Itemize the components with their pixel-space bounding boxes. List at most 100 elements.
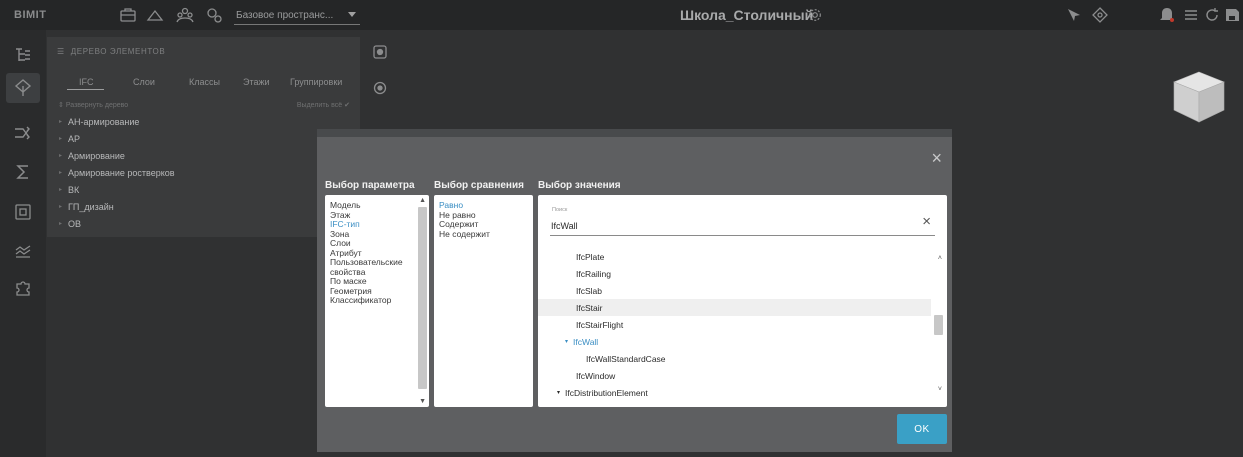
list-icon[interactable] bbox=[1182, 6, 1200, 24]
caret-down-icon[interactable]: ▾ bbox=[565, 338, 568, 345]
compare-item[interactable]: Не содержит bbox=[439, 229, 490, 240]
scroll-down-icon[interactable]: ▼ bbox=[419, 398, 426, 405]
tab-layers[interactable]: Слои bbox=[133, 77, 155, 87]
caret-right-icon[interactable]: ▸ bbox=[59, 152, 68, 159]
value-item[interactable]: IfcRailing bbox=[538, 265, 931, 282]
compare-heading: Выбор сравнения bbox=[434, 180, 524, 191]
check-icon: ✔ bbox=[344, 102, 350, 109]
tree-item[interactable]: ▸ Армирование bbox=[59, 147, 349, 164]
value-list: IfcPlate IfcRailing IfcSlab IfcStair Ifc… bbox=[538, 248, 931, 401]
tree-item-label: АН-армирование bbox=[68, 116, 140, 127]
filter-icon[interactable] bbox=[6, 73, 40, 103]
panel-title-text: ДЕРЕВО ЭЛЕМЕНТОВ bbox=[70, 47, 166, 56]
caret-right-icon[interactable]: ▸ bbox=[59, 135, 68, 142]
value-item[interactable]: ▾ IfcDistributionElement bbox=[538, 384, 931, 401]
value-heading: Выбор значения bbox=[538, 180, 621, 191]
scroll-down-icon[interactable]: ˅ bbox=[938, 386, 942, 393]
value-item-selected[interactable]: ▾ IfcWall bbox=[538, 333, 931, 350]
focus-icon[interactable] bbox=[372, 80, 388, 101]
value-box: Поиск IfcWall × IfcPlate IfcRailing IfcS… bbox=[538, 195, 947, 407]
left-rail bbox=[0, 30, 46, 457]
tree-item-label: АР bbox=[68, 133, 81, 144]
tree-item[interactable]: ▸ ГП_дизайн bbox=[59, 198, 349, 215]
value-item[interactable]: IfcSlab bbox=[538, 282, 931, 299]
compare-list-box: Равно Не равно Содержит Не содержит bbox=[434, 195, 533, 407]
param-scrollbar[interactable] bbox=[418, 207, 427, 389]
caret-right-icon[interactable]: ▸ bbox=[59, 169, 68, 176]
param-list: Модель Этаж IFC-тип Зона Слои Атрибут По… bbox=[330, 200, 414, 306]
top-bar: BIMIT Базовое пространс... Школа_Столичн… bbox=[0, 0, 1243, 30]
cursor-icon[interactable] bbox=[1065, 6, 1083, 24]
value-item[interactable]: IfcStairFlight bbox=[538, 316, 931, 333]
close-icon[interactable]: × bbox=[931, 149, 942, 167]
project-title: Школа_Столичный bbox=[680, 7, 814, 23]
caret-right-icon[interactable]: ▸ bbox=[59, 186, 68, 193]
chart-icon[interactable] bbox=[6, 235, 40, 265]
tree-item-label: Армирование ростверков bbox=[68, 167, 175, 178]
tree-item[interactable]: ▸ АН-армирование bbox=[59, 113, 349, 130]
tab-ifc[interactable]: IFC bbox=[67, 77, 104, 90]
scroll-up-icon[interactable]: ▲ bbox=[419, 197, 426, 204]
element-tree-icon[interactable] bbox=[6, 40, 40, 70]
tree-item[interactable]: ▸ АР bbox=[59, 130, 349, 147]
chevron-down-icon bbox=[348, 12, 356, 17]
value-item-hovered[interactable]: IfcStair bbox=[538, 299, 931, 316]
tree-tabs: IFC Слои Классы Этажи Группировки bbox=[67, 77, 357, 93]
space-select[interactable]: Базовое пространс... bbox=[234, 6, 360, 25]
value-scrollbar[interactable] bbox=[934, 315, 943, 335]
save-icon[interactable] bbox=[1223, 6, 1241, 24]
value-item-label: IfcWall bbox=[573, 336, 599, 347]
cloud-icon[interactable] bbox=[146, 6, 164, 24]
tree-list: ▸ АН-армирование ▸ АР ▸ Армирование ▸ Армиро… bbox=[59, 113, 349, 232]
scroll-up-icon[interactable]: ˄ bbox=[938, 255, 942, 262]
section-box-icon[interactable] bbox=[6, 197, 40, 227]
value-item[interactable]: IfcWindow bbox=[538, 367, 931, 384]
value-item[interactable]: IfcPlate bbox=[538, 248, 931, 265]
select-all-button[interactable]: Выделить всё ✔ bbox=[297, 101, 350, 109]
param-heading: Выбор параметра bbox=[325, 180, 415, 191]
caret-down-icon[interactable]: ▾ bbox=[557, 389, 560, 396]
param-list-box: Модель Этаж IFC-тип Зона Слои Атрибут По… bbox=[325, 195, 429, 407]
value-item-label: IfcDistributionElement bbox=[565, 387, 648, 398]
select-all-label: Выделить всё bbox=[296, 102, 343, 109]
space-select-value: Базовое пространс... bbox=[236, 10, 334, 21]
search-underline bbox=[550, 235, 935, 236]
caret-right-icon[interactable]: ▸ bbox=[59, 118, 68, 125]
navigation-icon[interactable] bbox=[1091, 6, 1109, 24]
view-cube[interactable] bbox=[1170, 68, 1228, 126]
tree-item[interactable]: ▸ ОВ bbox=[59, 215, 349, 232]
expand-tree-button[interactable]: ⇕ Развернуть дерево bbox=[58, 101, 128, 109]
element-tree-panel: ☰ ДЕРЕВО ЭЛЕМЕНТОВ IFC Слои Классы Этажи … bbox=[47, 37, 360, 237]
ok-button[interactable]: OK bbox=[897, 414, 947, 444]
gear-icon[interactable] bbox=[808, 8, 822, 22]
search-label: Поиск bbox=[552, 207, 568, 213]
tab-groupings[interactable]: Группировки bbox=[290, 77, 342, 87]
param-item[interactable]: Классификатор bbox=[330, 295, 414, 306]
tree-item[interactable]: ▸ ВК bbox=[59, 181, 349, 198]
plugin-icon[interactable] bbox=[6, 273, 40, 303]
history-icon[interactable] bbox=[1203, 6, 1221, 24]
compare-icon[interactable] bbox=[6, 118, 40, 148]
value-item[interactable]: IfcWallStandardCase bbox=[538, 350, 931, 367]
tab-floors[interactable]: Этажи bbox=[243, 77, 270, 87]
sum-icon[interactable] bbox=[6, 157, 40, 187]
tab-classes[interactable]: Классы bbox=[189, 77, 220, 87]
users-icon[interactable] bbox=[176, 6, 194, 24]
settings-user-icon[interactable] bbox=[205, 6, 223, 24]
tree-item-label: ВК bbox=[68, 184, 80, 195]
panel-title: ☰ ДЕРЕВО ЭЛЕМЕНТОВ bbox=[57, 47, 165, 56]
isolate-icon[interactable] bbox=[372, 44, 388, 65]
caret-right-icon[interactable]: ▸ bbox=[59, 220, 68, 227]
menu-icon[interactable]: ☰ bbox=[57, 47, 65, 56]
clear-search-icon[interactable]: × bbox=[922, 213, 931, 230]
search-input[interactable]: IfcWall bbox=[551, 221, 578, 231]
tree-item-label: ОВ bbox=[68, 218, 82, 229]
briefcase-icon[interactable] bbox=[119, 6, 137, 24]
app-logo: BIMIT bbox=[14, 9, 47, 21]
filter-modal: × Выбор параметра Выбор сравнения Выбор … bbox=[317, 129, 952, 452]
tree-item-label: Армирование bbox=[68, 150, 125, 161]
tree-item[interactable]: ▸ Армирование ростверков bbox=[59, 164, 349, 181]
bell-icon[interactable] bbox=[1158, 6, 1176, 24]
expand-tree-label: Развернуть дерево bbox=[65, 102, 129, 109]
caret-right-icon[interactable]: ▸ bbox=[59, 203, 68, 210]
